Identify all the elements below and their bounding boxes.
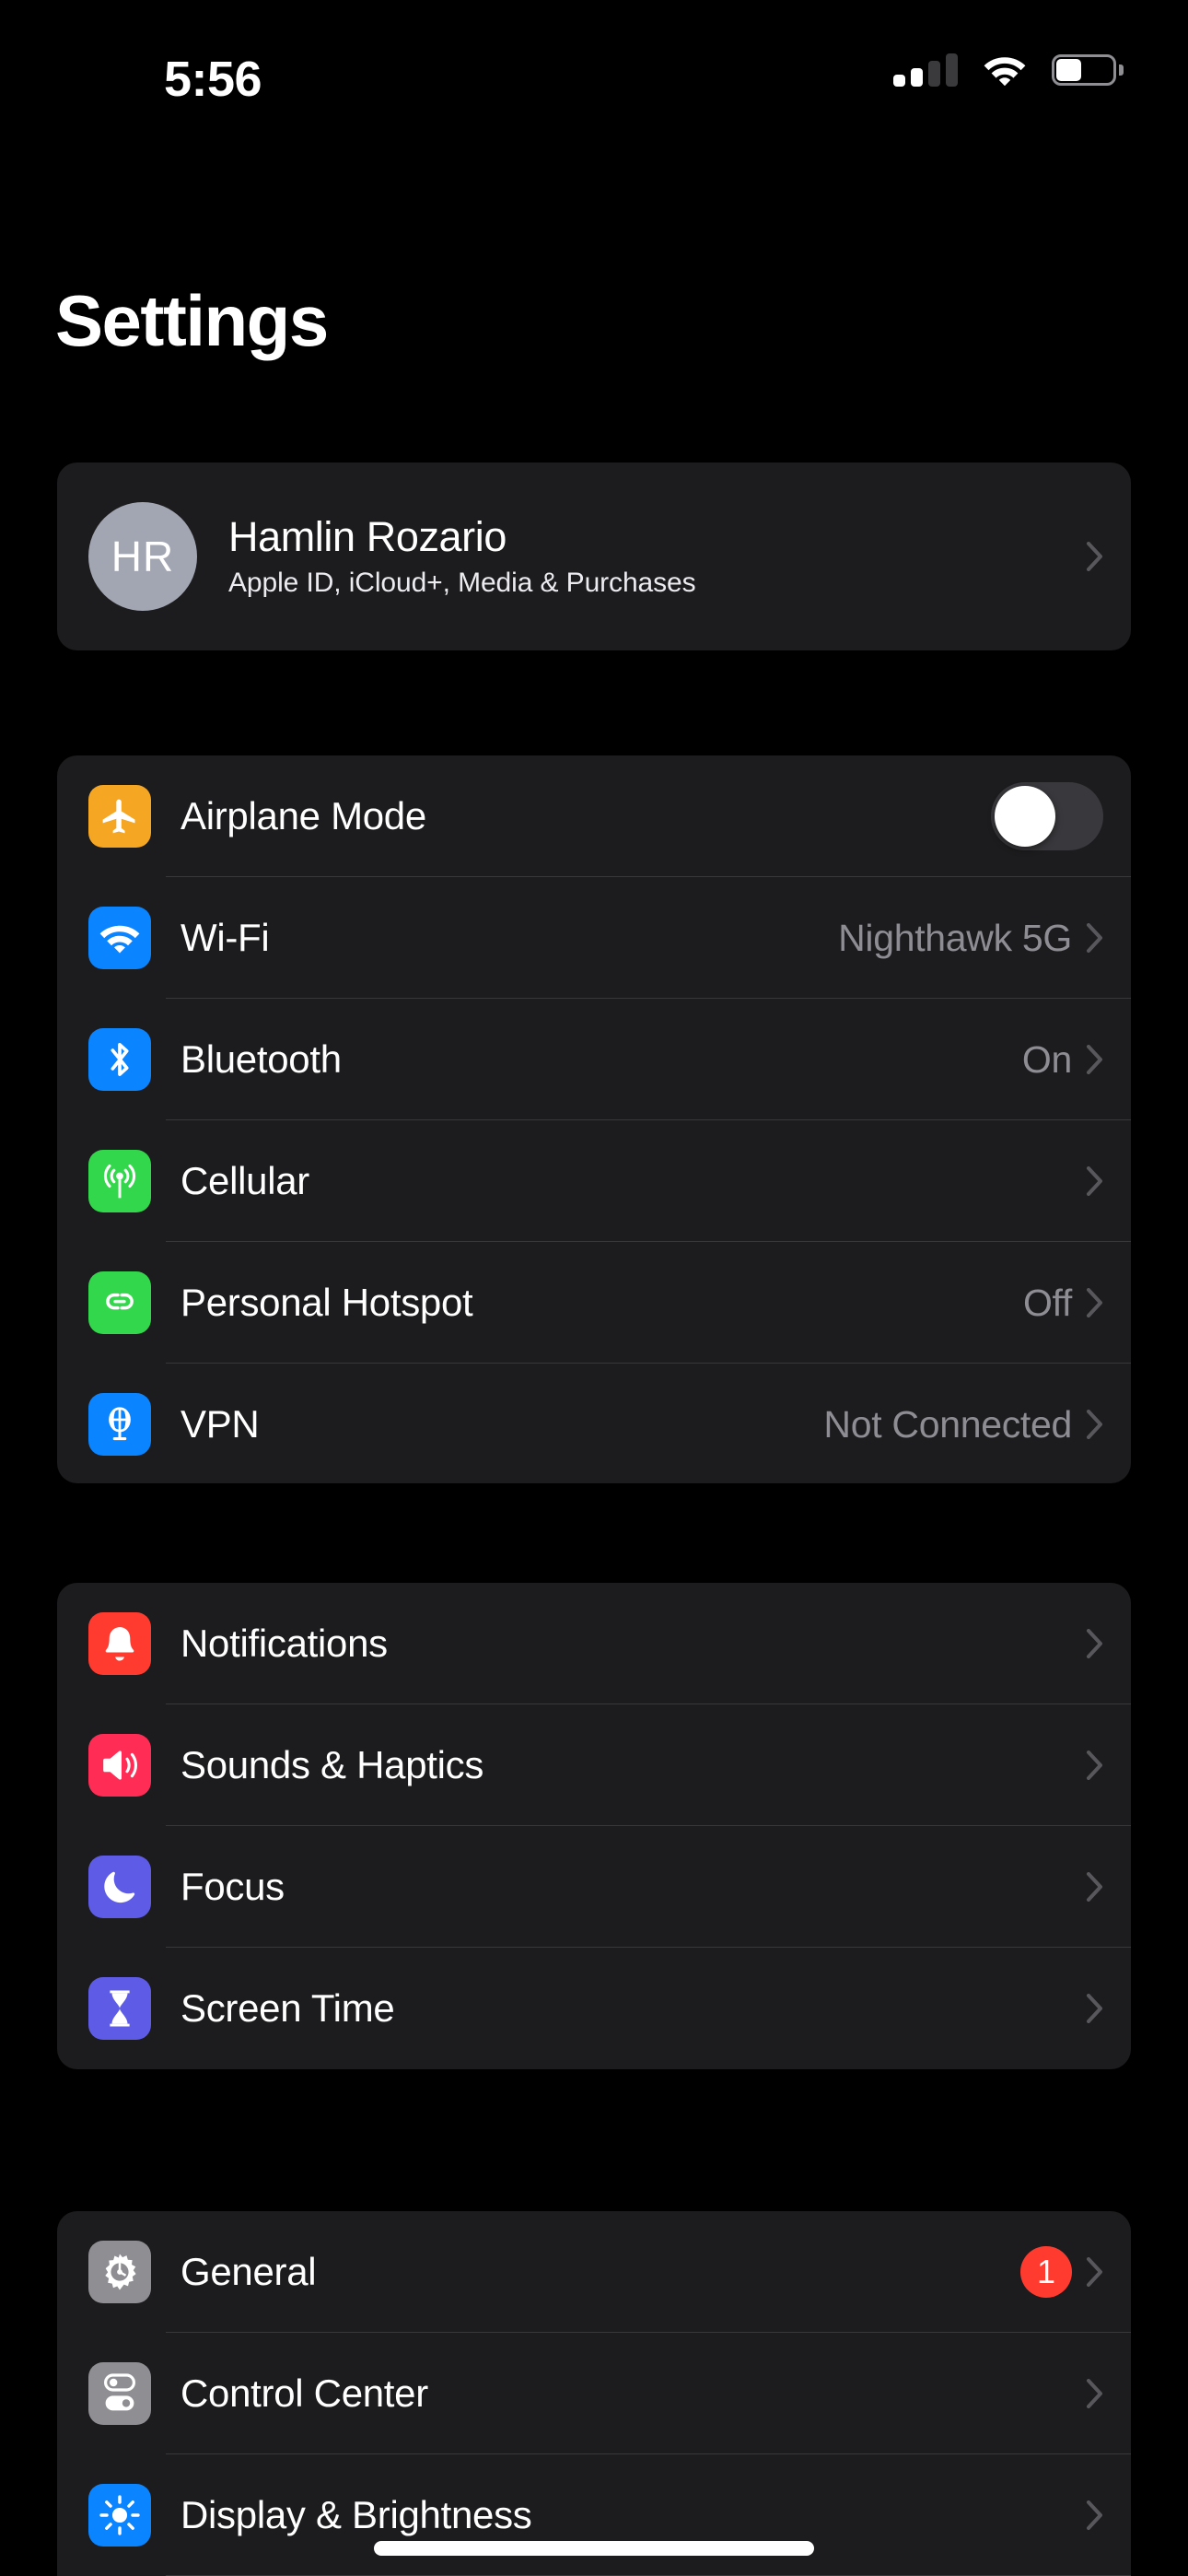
settings-group-system: General 1 Control Center Display & Brightne… bbox=[57, 2211, 1131, 2576]
gear-icon bbox=[88, 2241, 151, 2303]
settings-row-label: VPN bbox=[181, 1402, 260, 1446]
chevron-right-icon bbox=[1087, 923, 1102, 953]
settings-row-label: Bluetooth bbox=[181, 1037, 342, 1081]
chevron-right-icon bbox=[1087, 542, 1102, 571]
settings-row-accessory bbox=[1087, 1751, 1103, 1780]
settings-row-value: On bbox=[1021, 1037, 1072, 1081]
settings-row-control-center[interactable]: Control Center bbox=[57, 2333, 1131, 2454]
airplane-icon bbox=[88, 785, 151, 848]
chevron-right-icon bbox=[1087, 1994, 1102, 2023]
status-bar-indicators bbox=[893, 53, 1124, 87]
settings-row-sounds-haptics[interactable]: Sounds & Haptics bbox=[57, 1704, 1131, 1826]
settings-row-label: Notifications bbox=[181, 1622, 388, 1665]
settings-row-bluetooth[interactable]: Bluetooth On bbox=[57, 999, 1131, 1120]
settings-row-label: Cellular bbox=[181, 1159, 309, 1202]
apple-id-card[interactable]: HR Hamlin Rozario Apple ID, iCloud+, Med… bbox=[57, 463, 1131, 650]
settings-row-general[interactable]: General 1 bbox=[57, 2211, 1131, 2333]
settings-row-label: Screen Time bbox=[181, 1986, 395, 2030]
settings-row-accessory bbox=[1087, 2379, 1103, 2408]
cellular-signal-icon bbox=[893, 53, 958, 87]
settings-row-display-brightness[interactable]: Display & Brightness bbox=[57, 2454, 1131, 2576]
apple-id-name: Hamlin Rozario bbox=[228, 513, 507, 561]
bell-icon bbox=[88, 1612, 151, 1675]
speaker-waves-icon bbox=[88, 1734, 151, 1797]
chevron-right-icon bbox=[1087, 1410, 1102, 1439]
settings-row-accessory: Nighthawk 5G bbox=[838, 917, 1103, 960]
settings-row-label: Personal Hotspot bbox=[181, 1281, 473, 1324]
chevron-right-icon bbox=[1087, 1629, 1102, 1658]
chevron-right-icon bbox=[1087, 1751, 1102, 1780]
settings-row-value: Nighthawk 5G bbox=[838, 916, 1072, 959]
settings-row-personal-hotspot[interactable]: Personal Hotspot Off bbox=[57, 1242, 1131, 1364]
brightness-sun-icon bbox=[88, 2484, 151, 2547]
status-badge: 1 bbox=[1020, 2246, 1072, 2298]
settings-row-accessory bbox=[991, 782, 1103, 850]
home-indicator bbox=[374, 2541, 814, 2556]
page-title: Settings bbox=[55, 280, 329, 361]
settings-row-label: Wi-Fi bbox=[181, 916, 270, 959]
chevron-right-icon bbox=[1087, 1166, 1102, 1196]
apple-id-row[interactable]: HR Hamlin Rozario Apple ID, iCloud+, Med… bbox=[57, 463, 1131, 650]
avatar: HR bbox=[88, 502, 197, 611]
chevron-right-icon bbox=[1087, 1045, 1102, 1074]
settings-row-accessory bbox=[1087, 1166, 1103, 1196]
moon-icon bbox=[88, 1856, 151, 1918]
settings-row-label: Focus bbox=[181, 1865, 285, 1908]
settings-row-notifications[interactable]: Notifications bbox=[57, 1583, 1131, 1704]
wifi-icon bbox=[88, 907, 151, 969]
vpn-globe-icon bbox=[88, 1393, 151, 1456]
settings-row-accessory: Not Connected bbox=[823, 1403, 1103, 1446]
settings-row-accessory bbox=[1087, 1872, 1103, 1902]
settings-row-accessory bbox=[1087, 1629, 1103, 1658]
settings-row-screen-time[interactable]: Screen Time bbox=[57, 1948, 1131, 2069]
settings-row-wi-fi[interactable]: Wi-Fi Nighthawk 5G bbox=[57, 877, 1131, 999]
cellular-antenna-icon bbox=[88, 1150, 151, 1212]
settings-row-accessory: Off bbox=[1023, 1282, 1103, 1325]
hotspot-link-icon bbox=[88, 1271, 151, 1334]
settings-row-vpn[interactable]: VPN Not Connected bbox=[57, 1364, 1131, 1483]
wifi-icon bbox=[984, 57, 1026, 86]
status-bar: 5:56 bbox=[0, 0, 1188, 129]
hourglass-icon bbox=[88, 1977, 151, 2040]
bluetooth-icon bbox=[88, 1028, 151, 1091]
settings-row-cellular[interactable]: Cellular bbox=[57, 1120, 1131, 1242]
chevron-right-icon bbox=[1087, 2257, 1102, 2287]
settings-row-accessory bbox=[1087, 2500, 1103, 2530]
settings-row-airplane-mode[interactable]: Airplane Mode bbox=[57, 755, 1131, 877]
settings-row-value: Off bbox=[1022, 1281, 1072, 1324]
settings-row-value: Not Connected bbox=[823, 1402, 1072, 1446]
settings-row-label: Display & Brightness bbox=[181, 2493, 532, 2536]
settings-row-accessory bbox=[1087, 1994, 1103, 2023]
settings-row-accessory: 1 bbox=[1020, 2246, 1103, 2298]
battery-icon bbox=[1052, 54, 1124, 86]
apple-id-text: Hamlin Rozario Apple ID, iCloud+, Media … bbox=[228, 513, 1087, 598]
settings-row-focus[interactable]: Focus bbox=[57, 1826, 1131, 1948]
settings-group-connectivity: Airplane Mode Wi-Fi Nighthawk 5G Bluetooth O… bbox=[57, 755, 1131, 1483]
settings-row-label: Control Center bbox=[181, 2371, 428, 2415]
apple-id-subtitle: Apple ID, iCloud+, Media & Purchases bbox=[228, 567, 696, 598]
settings-row-accessory: On bbox=[1022, 1038, 1103, 1082]
toggle-knob bbox=[995, 786, 1055, 847]
chevron-right-icon bbox=[1087, 2379, 1102, 2408]
settings-row-label: Airplane Mode bbox=[181, 794, 426, 837]
chevron-right-icon bbox=[1087, 1288, 1102, 1317]
status-bar-time: 5:56 bbox=[164, 52, 262, 107]
chevron-right-icon bbox=[1087, 2500, 1102, 2530]
settings-group-alerts: Notifications Sounds & Haptics Focus Screen… bbox=[57, 1583, 1131, 2069]
settings-row-label: Sounds & Haptics bbox=[181, 1743, 484, 1786]
avatar-initials: HR bbox=[111, 533, 175, 580]
settings-row-label: General bbox=[181, 2250, 317, 2293]
toggle-switch[interactable] bbox=[991, 782, 1103, 850]
control-center-icon bbox=[88, 2362, 151, 2425]
chevron-right-icon bbox=[1087, 1872, 1102, 1902]
